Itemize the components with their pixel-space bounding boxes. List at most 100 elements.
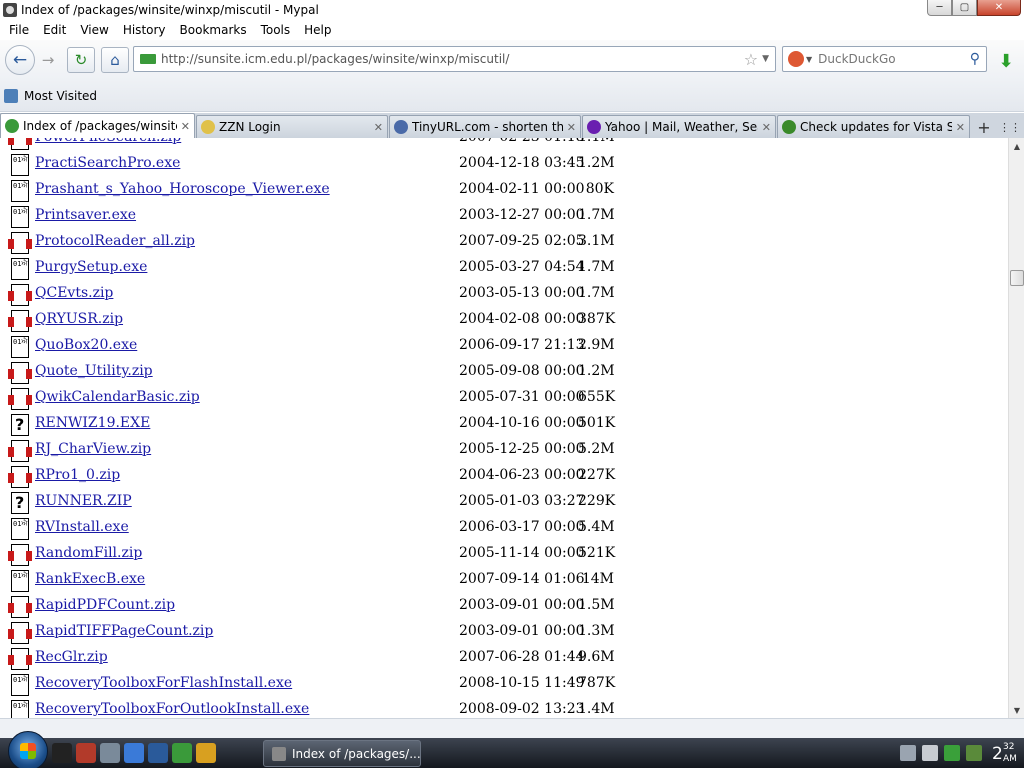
binary-file-icon[interactable] <box>11 518 29 540</box>
tab-1[interactable]: ZZN Login ✕ <box>196 115 388 138</box>
tab-4[interactable]: Check updates for Vista St... ✕ <box>777 115 970 138</box>
file-link[interactable]: RandomFill.zip <box>35 545 142 561</box>
file-link[interactable]: RapidTIFFPageCount.zip <box>35 623 213 639</box>
file-link[interactable]: RVInstall.exe <box>35 519 129 535</box>
compressed-file-icon[interactable] <box>8 622 32 644</box>
binary-file-icon[interactable] <box>11 570 29 592</box>
new-tab-button[interactable]: + <box>971 116 997 138</box>
url-text[interactable]: http://sunsite.icm.edu.pl/packages/winsi… <box>161 52 744 66</box>
file-link[interactable]: QwikCalendarBasic.zip <box>35 389 200 405</box>
file-link[interactable]: RapidPDFCount.zip <box>35 597 175 613</box>
compressed-file-icon[interactable] <box>8 138 32 150</box>
quicklaunch-app-icon[interactable] <box>52 743 72 763</box>
unknown-file-icon[interactable] <box>11 492 29 514</box>
compressed-file-icon[interactable] <box>8 284 32 306</box>
home-button[interactable]: ⌂ <box>101 47 129 73</box>
file-link[interactable]: ProtocolReader_all.zip <box>35 233 195 249</box>
tab-close-icon[interactable]: ✕ <box>374 121 383 134</box>
tab-0[interactable]: Index of /packages/winsite... ✕ <box>0 113 195 138</box>
compressed-file-icon[interactable] <box>8 544 32 566</box>
menu-bookmarks[interactable]: Bookmarks <box>173 23 254 37</box>
search-bar[interactable]: ▼ ⚲ <box>782 46 987 72</box>
bookmark-most-visited[interactable]: Most Visited <box>24 89 97 103</box>
reload-button[interactable]: ↻ <box>67 47 95 73</box>
scroll-up-arrow[interactable]: ▲ <box>1009 138 1024 154</box>
file-link[interactable]: RecGlr.zip <box>35 649 108 665</box>
binary-file-icon[interactable] <box>11 180 29 202</box>
scroll-thumb[interactable] <box>1010 270 1024 286</box>
quicklaunch-media-icon[interactable] <box>196 743 216 763</box>
file-link[interactable]: RPro1_0.zip <box>35 467 120 483</box>
file-link[interactable]: RENWIZ19.EXE <box>35 415 150 431</box>
file-link[interactable]: QRYUSR.zip <box>35 311 123 327</box>
binary-file-icon[interactable] <box>11 336 29 358</box>
binary-file-icon[interactable] <box>11 700 29 718</box>
binary-file-icon[interactable] <box>11 258 29 280</box>
search-icon[interactable]: ⚲ <box>970 51 980 67</box>
menu-tools[interactable]: Tools <box>254 23 298 37</box>
binary-file-icon[interactable] <box>11 154 29 176</box>
compressed-file-icon[interactable] <box>8 310 32 332</box>
search-input[interactable] <box>818 52 970 66</box>
file-link[interactable]: PowerFileSearch.zip <box>35 138 181 145</box>
back-button[interactable]: ← <box>5 45 35 75</box>
quicklaunch-browser-icon[interactable] <box>76 743 96 763</box>
duckduckgo-engine-icon[interactable] <box>788 51 804 67</box>
update-tray-icon[interactable] <box>966 745 982 761</box>
search-engine-dropdown[interactable]: ▼ <box>806 55 812 64</box>
file-link[interactable]: PurgySetup.exe <box>35 259 147 275</box>
url-history-dropdown[interactable]: ▼ <box>762 54 769 64</box>
quicklaunch-ie-icon[interactable] <box>124 743 144 763</box>
file-link[interactable]: RUNNER.ZIP <box>35 493 132 509</box>
binary-file-icon[interactable] <box>11 674 29 696</box>
bookmark-star-icon[interactable]: ☆ <box>744 50 758 69</box>
unknown-file-icon[interactable] <box>11 414 29 436</box>
tab-close-icon[interactable]: ✕ <box>762 121 771 134</box>
file-link[interactable]: RecoveryToolboxForFlashInstall.exe <box>35 675 292 691</box>
compressed-file-icon[interactable] <box>8 648 32 670</box>
downloads-button[interactable]: ⬇ <box>993 50 1019 72</box>
file-link[interactable]: Printsaver.exe <box>35 207 136 223</box>
menu-help[interactable]: Help <box>297 23 338 37</box>
menu-view[interactable]: View <box>73 23 115 37</box>
quicklaunch-computer-icon[interactable] <box>100 743 120 763</box>
close-window-button[interactable]: ✕ <box>977 0 1021 16</box>
file-link[interactable]: RankExecB.exe <box>35 571 145 587</box>
list-all-tabs-button[interactable]: ⋮⋮ <box>997 116 1023 138</box>
taskbar-clock[interactable]: 2 32 AM <box>992 738 1020 768</box>
maximize-button[interactable]: ▢ <box>952 0 977 16</box>
compressed-file-icon[interactable] <box>8 596 32 618</box>
file-link[interactable]: PractiSearchPro.exe <box>35 155 180 171</box>
binary-file-icon[interactable] <box>11 206 29 228</box>
quicklaunch-switch-windows-icon[interactable] <box>148 743 168 763</box>
file-link[interactable]: RecoveryToolboxForOutlookInstall.exe <box>35 701 309 717</box>
quicklaunch-update-icon[interactable] <box>172 743 192 763</box>
file-link[interactable]: QCEvts.zip <box>35 285 113 301</box>
tab-close-icon[interactable]: ✕ <box>956 121 965 134</box>
file-link[interactable]: Quote_Utility.zip <box>35 363 153 379</box>
url-bar[interactable]: http://sunsite.icm.edu.pl/packages/winsi… <box>133 46 776 72</box>
keyboard-tray-icon[interactable] <box>900 745 916 761</box>
security-tray-icon[interactable] <box>944 745 960 761</box>
taskbar-window-button[interactable]: Index of /packages/... <box>263 740 421 767</box>
tab-3[interactable]: Yahoo | Mail, Weather, Sea... ✕ <box>582 115 776 138</box>
site-identity-icon[interactable] <box>140 54 156 64</box>
start-button[interactable] <box>8 731 48 768</box>
file-link[interactable]: Prashant_s_Yahoo_Horoscope_Viewer.exe <box>35 181 330 197</box>
tab-close-icon[interactable]: ✕ <box>181 120 190 133</box>
compressed-file-icon[interactable] <box>8 362 32 384</box>
file-link[interactable]: RJ_CharView.zip <box>35 441 151 457</box>
network-tray-icon[interactable] <box>922 745 938 761</box>
forward-button[interactable]: → <box>37 47 59 73</box>
vertical-scrollbar[interactable]: ▲ ▼ <box>1008 138 1024 718</box>
file-link[interactable]: QuoBox20.exe <box>35 337 137 353</box>
scroll-down-arrow[interactable]: ▼ <box>1009 702 1024 718</box>
compressed-file-icon[interactable] <box>8 232 32 254</box>
compressed-file-icon[interactable] <box>8 466 32 488</box>
compressed-file-icon[interactable] <box>8 440 32 462</box>
compressed-file-icon[interactable] <box>8 388 32 410</box>
menu-edit[interactable]: Edit <box>36 23 73 37</box>
tab-2[interactable]: TinyURL.com - shorten tha... ✕ <box>389 115 581 138</box>
minimize-button[interactable]: ─ <box>927 0 952 16</box>
menu-history[interactable]: History <box>116 23 173 37</box>
